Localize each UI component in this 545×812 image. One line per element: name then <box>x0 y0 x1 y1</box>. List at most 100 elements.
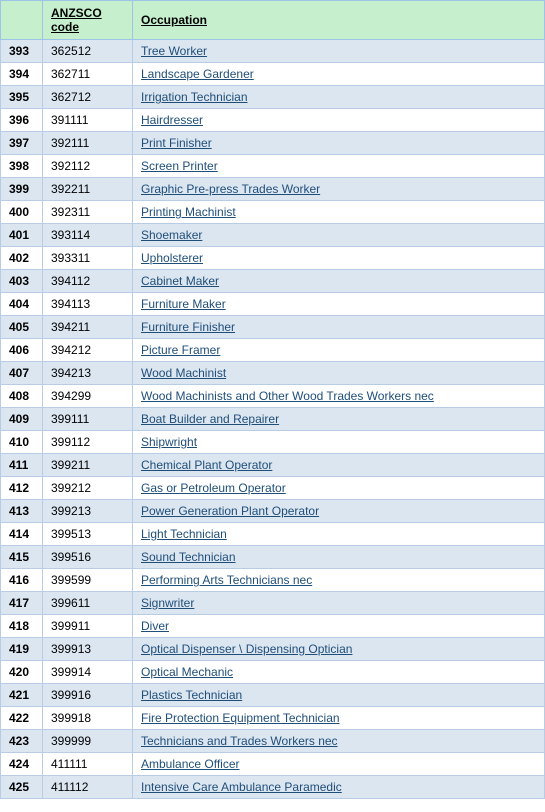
table-row: 416399599Performing Arts Technicians nec <box>1 569 545 592</box>
table-row: 419399913Optical Dispenser \ Dispensing … <box>1 638 545 661</box>
cell-num: 402 <box>1 247 43 270</box>
cell-occupation[interactable]: Technicians and Trades Workers nec <box>133 730 545 753</box>
table-row: 413399213Power Generation Plant Operator <box>1 500 545 523</box>
cell-num: 415 <box>1 546 43 569</box>
cell-code: 392311 <box>43 201 133 224</box>
cell-occupation[interactable]: Intensive Care Ambulance Paramedic <box>133 776 545 799</box>
cell-occupation[interactable]: Landscape Gardener <box>133 63 545 86</box>
cell-num: 403 <box>1 270 43 293</box>
cell-num: 408 <box>1 385 43 408</box>
cell-occupation[interactable]: Optical Dispenser \ Dispensing Optician <box>133 638 545 661</box>
table-row: 425411112Intensive Care Ambulance Parame… <box>1 776 545 799</box>
cell-occupation[interactable]: Tree Worker <box>133 40 545 63</box>
cell-occupation[interactable]: Picture Framer <box>133 339 545 362</box>
cell-num: 421 <box>1 684 43 707</box>
cell-occupation[interactable]: Irrigation Technician <box>133 86 545 109</box>
cell-num: 404 <box>1 293 43 316</box>
cell-code: 394113 <box>43 293 133 316</box>
cell-num: 406 <box>1 339 43 362</box>
cell-occupation[interactable]: Diver <box>133 615 545 638</box>
cell-occupation[interactable]: Screen Printer <box>133 155 545 178</box>
table-row: 397392111Print Finisher <box>1 132 545 155</box>
cell-code: 362512 <box>43 40 133 63</box>
table-row: 401393114Shoemaker <box>1 224 545 247</box>
cell-num: 417 <box>1 592 43 615</box>
cell-occupation[interactable]: Sound Technician <box>133 546 545 569</box>
table-row: 405394211Furniture Finisher <box>1 316 545 339</box>
cell-num: 414 <box>1 523 43 546</box>
cell-num: 395 <box>1 86 43 109</box>
cell-occupation[interactable]: Wood Machinists and Other Wood Trades Wo… <box>133 385 545 408</box>
table-row: 393362512Tree Worker <box>1 40 545 63</box>
cell-occupation[interactable]: Light Technician <box>133 523 545 546</box>
table-row: 407394213Wood Machinist <box>1 362 545 385</box>
cell-num: 416 <box>1 569 43 592</box>
table-row: 412399212Gas or Petroleum Operator <box>1 477 545 500</box>
cell-occupation[interactable]: Boat Builder and Repairer <box>133 408 545 431</box>
table-row: 395362712Irrigation Technician <box>1 86 545 109</box>
cell-code: 392211 <box>43 178 133 201</box>
cell-occupation[interactable]: Hairdresser <box>133 109 545 132</box>
cell-code: 399911 <box>43 615 133 638</box>
table-row: 409399111Boat Builder and Repairer <box>1 408 545 431</box>
cell-occupation[interactable]: Signwriter <box>133 592 545 615</box>
table-body: 393362512Tree Worker394362711Landscape G… <box>1 40 545 799</box>
cell-occupation[interactable]: Print Finisher <box>133 132 545 155</box>
cell-num: 413 <box>1 500 43 523</box>
cell-code: 399999 <box>43 730 133 753</box>
cell-occupation[interactable]: Chemical Plant Operator <box>133 454 545 477</box>
cell-occupation[interactable]: Graphic Pre-press Trades Worker <box>133 178 545 201</box>
cell-num: 401 <box>1 224 43 247</box>
table-row: 410399112Shipwright <box>1 431 545 454</box>
cell-occupation[interactable]: Shipwright <box>133 431 545 454</box>
cell-occupation[interactable]: Wood Machinist <box>133 362 545 385</box>
cell-code: 399913 <box>43 638 133 661</box>
cell-occupation[interactable]: Furniture Maker <box>133 293 545 316</box>
cell-code: 399914 <box>43 661 133 684</box>
cell-occupation[interactable]: Shoemaker <box>133 224 545 247</box>
table-row: 399392211Graphic Pre-press Trades Worker <box>1 178 545 201</box>
cell-code: 394112 <box>43 270 133 293</box>
cell-code: 399513 <box>43 523 133 546</box>
table-row: 396391111Hairdresser <box>1 109 545 132</box>
cell-code: 399918 <box>43 707 133 730</box>
cell-code: 411111 <box>43 753 133 776</box>
cell-num: 399 <box>1 178 43 201</box>
cell-num: 422 <box>1 707 43 730</box>
cell-num: 398 <box>1 155 43 178</box>
cell-occupation[interactable]: Printing Machinist <box>133 201 545 224</box>
table-row: 423399999Technicians and Trades Workers … <box>1 730 545 753</box>
cell-num: 420 <box>1 661 43 684</box>
cell-code: 399213 <box>43 500 133 523</box>
cell-code: 399916 <box>43 684 133 707</box>
cell-code: 394212 <box>43 339 133 362</box>
table-row: 422399918Fire Protection Equipment Techn… <box>1 707 545 730</box>
cell-code: 411112 <box>43 776 133 799</box>
cell-occupation[interactable]: Plastics Technician <box>133 684 545 707</box>
table-row: 415399516Sound Technician <box>1 546 545 569</box>
cell-occupation[interactable]: Optical Mechanic <box>133 661 545 684</box>
cell-num: 400 <box>1 201 43 224</box>
cell-occupation[interactable]: Power Generation Plant Operator <box>133 500 545 523</box>
cell-occupation[interactable]: Performing Arts Technicians nec <box>133 569 545 592</box>
cell-occupation[interactable]: Furniture Finisher <box>133 316 545 339</box>
cell-code: 391111 <box>43 109 133 132</box>
cell-num: 419 <box>1 638 43 661</box>
table-row: 404394113Furniture Maker <box>1 293 545 316</box>
table-row: 398392112Screen Printer <box>1 155 545 178</box>
cell-code: 393311 <box>43 247 133 270</box>
table-row: 424411111Ambulance Officer <box>1 753 545 776</box>
cell-occupation[interactable]: Gas or Petroleum Operator <box>133 477 545 500</box>
cell-code: 362712 <box>43 86 133 109</box>
cell-num: 396 <box>1 109 43 132</box>
cell-occupation[interactable]: Cabinet Maker <box>133 270 545 293</box>
cell-occupation[interactable]: Ambulance Officer <box>133 753 545 776</box>
cell-num: 409 <box>1 408 43 431</box>
cell-num: 393 <box>1 40 43 63</box>
table-row: 408394299Wood Machinists and Other Wood … <box>1 385 545 408</box>
cell-code: 399516 <box>43 546 133 569</box>
cell-occupation[interactable]: Upholsterer <box>133 247 545 270</box>
col-header-code[interactable]: ANZSCO code <box>43 1 133 40</box>
col-header-occupation[interactable]: Occupation <box>133 1 545 40</box>
cell-occupation[interactable]: Fire Protection Equipment Technician <box>133 707 545 730</box>
